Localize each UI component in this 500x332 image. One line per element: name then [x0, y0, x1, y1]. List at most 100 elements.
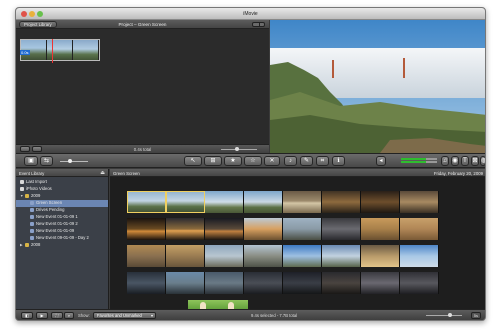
clip-thumbnail[interactable] — [400, 245, 439, 267]
event-icon — [30, 215, 34, 219]
photo-browser-button[interactable]: ◉ — [451, 156, 459, 166]
full-screen-button[interactable]: ⛶ — [51, 312, 63, 319]
clip-thumbnail[interactable] — [205, 245, 244, 267]
clip-thumbnail[interactable] — [127, 272, 166, 294]
swap-events-projects-button[interactable]: ⇆ — [40, 156, 53, 166]
voiceover-button[interactable]: ♪ — [284, 156, 297, 166]
event-library-item[interactable]: New Event 09-01-09 - Day 2 — [16, 235, 108, 242]
eject-icon[interactable]: ⏏ — [100, 170, 105, 176]
selection-status: 9.4s selected - 7.7B total — [251, 313, 298, 318]
clip-thumbnail[interactable] — [166, 245, 205, 267]
event-library-item[interactable]: Green Screen — [16, 200, 108, 207]
clip-thumbnail[interactable] — [283, 218, 322, 240]
clip-thumbnail[interactable] — [127, 218, 166, 240]
show-filter-select[interactable]: Favorites and Unmarked ▾ — [93, 312, 156, 319]
event-library-item[interactable]: Drives Pending — [16, 207, 108, 214]
title-bar: iMovie — [16, 8, 485, 20]
event-browser: Green Screen Friday, February 20, 2009 — [110, 169, 485, 311]
clip-thumbnail[interactable] — [322, 191, 361, 213]
clip-filmstrip-row[interactable] — [127, 272, 439, 294]
clip-filmstrip-row[interactable] — [127, 191, 439, 213]
clip-thumbnail[interactable] — [283, 245, 322, 267]
inspector-button[interactable]: ℹ — [332, 156, 345, 166]
search-button[interactable]: ⌕ — [64, 312, 74, 319]
event-library-item-label: 2009 — [31, 193, 41, 198]
clip-thumbnail[interactable] — [322, 218, 361, 240]
clip-thumbnail[interactable] — [166, 191, 205, 213]
add-to-project-button[interactable]: ⊞ — [204, 156, 222, 166]
slider-knob[interactable] — [448, 313, 452, 317]
clip-thumbnail[interactable] — [283, 272, 322, 294]
slider-knob[interactable] — [235, 147, 239, 151]
clip-thumbnail[interactable] — [361, 218, 400, 240]
clip-thumbnail[interactable] — [166, 218, 205, 240]
thumbnail-duration[interactable]: 5s — [470, 312, 481, 319]
clip-thumbnail[interactable] — [283, 191, 322, 213]
video-viewer[interactable] — [270, 20, 485, 153]
eyedropper-tool-button[interactable]: ✎ — [300, 156, 313, 166]
clip-thumbnail[interactable] — [400, 218, 439, 240]
event-icon — [30, 236, 34, 240]
event-library-item[interactable]: New Event 01-01-09 — [16, 228, 108, 235]
chevron-down-icon: ▾ — [150, 313, 153, 318]
reject-button[interactable]: ✕ — [264, 156, 280, 166]
project-clip[interactable]: 0.0s — [20, 39, 100, 63]
slider-knob[interactable] — [68, 159, 72, 163]
clip-thumbnail[interactable] — [400, 191, 439, 213]
clip-frame — [47, 40, 73, 60]
clip-frame — [73, 40, 99, 60]
show-filter-label: Show: — [78, 313, 90, 318]
event-library-item-label: Drives Pending — [36, 207, 65, 212]
clip-thumbnail[interactable] — [166, 272, 205, 294]
project-view-toggle[interactable] — [252, 22, 265, 27]
mark-favorite-button[interactable]: ★ — [224, 156, 242, 166]
project-zoom-slider[interactable] — [221, 147, 257, 151]
clip-filmstrip-row[interactable] — [127, 218, 439, 240]
clip-thumbnail[interactable] — [322, 272, 361, 294]
event-library-item-label: Green Screen — [36, 200, 63, 205]
play-event-button[interactable]: ▶ — [36, 312, 48, 319]
clip-thumbnail[interactable] — [127, 191, 166, 213]
transitions-browser-button[interactable]: ⊠ — [471, 156, 479, 166]
crop-tool-button[interactable]: ⌗ — [316, 156, 329, 166]
event-library-item[interactable]: iPhoto Videos — [16, 186, 108, 193]
clip-thumbnail[interactable] — [361, 272, 400, 294]
clip-thumbnail[interactable] — [244, 191, 283, 213]
bottom-bar: ◧ ▶ ⛶ ⌕ Show: Favorites and Unmarked ▾ 9… — [16, 309, 485, 320]
clip-thumbnail[interactable] — [400, 272, 439, 294]
thumbnail-size-slider[interactable] — [60, 159, 88, 163]
clip-thumbnail[interactable] — [244, 272, 283, 294]
music-browser-button[interactable]: ♫ — [441, 156, 449, 166]
maps-browser-button[interactable]: ◍ — [480, 156, 485, 166]
clip-thumbnail[interactable] — [205, 272, 244, 294]
clip-filmstrip-row[interactable] — [127, 245, 439, 267]
event-library-item[interactable]: Last Import — [16, 179, 108, 186]
clip-thumbnail[interactable] — [205, 191, 244, 213]
event-library-item[interactable]: New Event 01-01-09 1 — [16, 214, 108, 221]
event-library-item-label: iPhoto Videos — [26, 186, 52, 191]
window-title: iMovie — [243, 11, 258, 17]
event-zoom-slider[interactable] — [426, 313, 462, 317]
audio-level-icon: ◂ — [376, 156, 386, 166]
clip-thumbnail[interactable] — [322, 245, 361, 267]
select-tool-button[interactable]: ↖ — [184, 156, 202, 166]
clip-thumbnail[interactable] — [205, 218, 244, 240]
event-library-item[interactable]: ▼ 2009 — [16, 193, 108, 200]
event-library-item-label: New Event 01-01-09 — [36, 228, 75, 233]
show-event-list-button[interactable]: ◧ — [21, 312, 33, 319]
clip-thumbnail[interactable] — [244, 245, 283, 267]
event-library-item[interactable]: ▶ 2008 — [16, 242, 108, 249]
clip-thumbnail[interactable] — [361, 245, 400, 267]
imovie-window: iMovie Project Library Project – Green S… — [15, 7, 486, 321]
titles-browser-button[interactable]: T — [461, 156, 469, 166]
clip-thumbnail[interactable] — [361, 191, 400, 213]
playhead[interactable] — [52, 39, 53, 63]
event-library-item[interactable]: New Event 01-01-09 2 — [16, 221, 108, 228]
clip-thumbnail[interactable] — [127, 245, 166, 267]
clip-thumbnail[interactable] — [244, 218, 283, 240]
meter-bar-right — [401, 161, 437, 163]
unmark-button[interactable]: ☆ — [244, 156, 262, 166]
meter-bar-left — [401, 158, 437, 160]
camera-import-button[interactable]: ▣ — [24, 156, 38, 166]
event-icon — [30, 222, 34, 226]
